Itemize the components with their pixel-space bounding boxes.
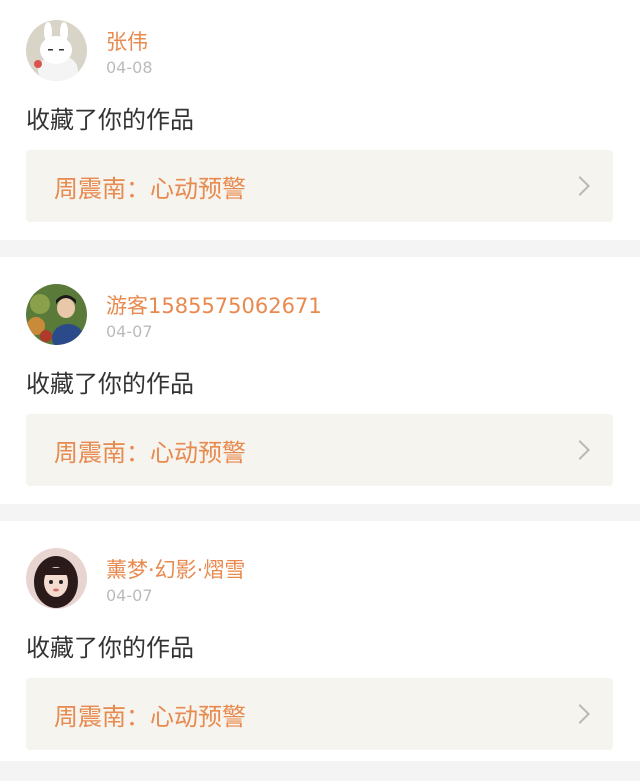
notification-date: 04-08: [106, 58, 153, 77]
notification-card: 游客1585575062671 04-07 收藏了你的作品 周震南：心动预警: [0, 257, 640, 504]
notification-card: 薰梦·幻影·熠雪 04-07 收藏了你的作品 周震南：心动预警: [0, 521, 640, 761]
work-title: 周震南：心动预警: [54, 438, 246, 467]
work-link[interactable]: 周震南：心动预警: [26, 678, 613, 750]
chevron-right-icon: [570, 176, 590, 196]
notification-date: 04-07: [106, 322, 153, 341]
chevron-right-icon: [570, 704, 590, 724]
white-rabbit-avatar-icon[interactable]: [26, 20, 87, 81]
notification-feed: 张伟 04-08 收藏了你的作品 周震南：心动预警 游客158557506267…: [0, 0, 640, 761]
username[interactable]: 薰梦·幻影·熠雪: [106, 554, 245, 584]
username[interactable]: 游客1585575062671: [106, 290, 322, 320]
work-link[interactable]: 周震南：心动预警: [26, 150, 613, 222]
notification-date: 04-07: [106, 586, 153, 605]
work-title: 周震南：心动预警: [54, 702, 246, 731]
username[interactable]: 张伟: [106, 26, 148, 56]
girl-photo-avatar-icon[interactable]: [26, 548, 87, 609]
action-text: 收藏了你的作品: [26, 106, 194, 134]
chevron-right-icon: [570, 440, 590, 460]
work-title: 周震南：心动预警: [54, 174, 246, 203]
action-text: 收藏了你的作品: [26, 634, 194, 662]
boy-photo-avatar-icon[interactable]: [26, 284, 87, 345]
work-link[interactable]: 周震南：心动预警: [26, 414, 613, 486]
action-text: 收藏了你的作品: [26, 370, 194, 398]
notification-card: 张伟 04-08 收藏了你的作品 周震南：心动预警: [0, 0, 640, 240]
